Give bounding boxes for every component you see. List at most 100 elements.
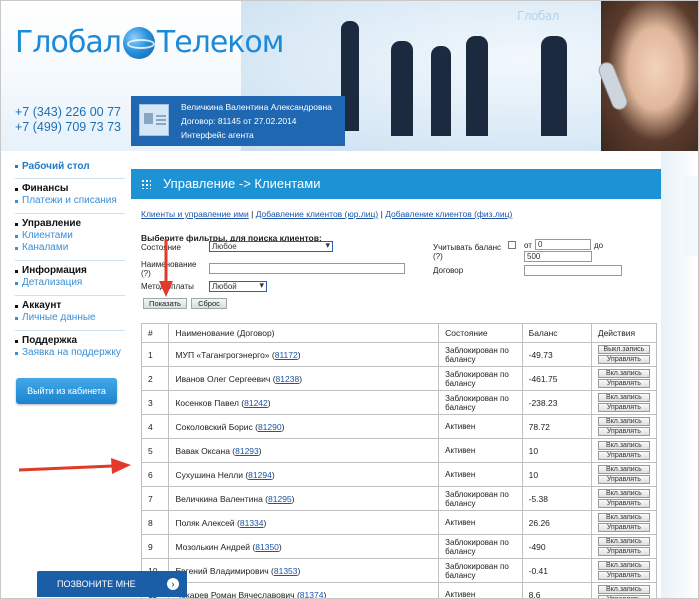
- toggle-record-button[interactable]: Вкл.запись: [597, 513, 650, 522]
- toggle-record-button[interactable]: Вкл.запись: [597, 489, 650, 498]
- sidebar-item-payments[interactable]: Платежи и списания: [15, 195, 125, 207]
- divider: [15, 213, 125, 214]
- toggle-record-button[interactable]: Вкл.запись: [597, 561, 650, 570]
- manage-button[interactable]: Управлять: [597, 403, 650, 412]
- call-me-button[interactable]: ПОЗВОНИТЕ МНЕ ›: [37, 571, 187, 597]
- tab-clients-management[interactable]: Клиенты и управление ими: [141, 209, 249, 219]
- client-name: Иванов Олег Сергеевич: [175, 373, 271, 384]
- client-state: Активен: [438, 462, 523, 487]
- phone-number: +7 (499) 709 73 73: [15, 120, 121, 134]
- toggle-record-button[interactable]: Вкл.запись: [597, 465, 650, 474]
- balance-from-input[interactable]: 0: [535, 239, 591, 250]
- logo-text-right: Телеком: [156, 25, 285, 60]
- site-logo[interactable]: Глобал Телеком: [15, 25, 285, 60]
- globe-icon: [122, 26, 155, 59]
- sidebar-item-clients[interactable]: Клиентами: [15, 230, 125, 242]
- brand-small-logo: Глобал: [517, 9, 559, 23]
- bullet-icon: [15, 304, 18, 308]
- tab-add-individual-clients[interactable]: Добавление клиентов (физ.лиц): [385, 209, 512, 219]
- manage-button[interactable]: Управлять: [597, 451, 650, 460]
- balance-from-label: от: [524, 241, 532, 250]
- manage-button[interactable]: Управлять: [597, 571, 650, 580]
- bullet-icon: [15, 246, 18, 250]
- contract-input[interactable]: [524, 265, 622, 276]
- client-name: Поляк Алексей: [175, 517, 235, 528]
- client-balance: 10: [521, 438, 592, 463]
- contract-link[interactable]: 81172: [275, 350, 298, 360]
- client-state: Заблокирован по балансу: [438, 366, 523, 391]
- bullet-icon: [15, 269, 18, 273]
- actions-cell: Вкл.записьУправлять: [590, 582, 658, 598]
- client-name: Сухушина Нелли: [175, 469, 243, 480]
- manage-button[interactable]: Управлять: [597, 595, 650, 598]
- manage-button[interactable]: Управлять: [597, 379, 650, 388]
- contract-link[interactable]: 81334: [240, 518, 264, 528]
- table-row: 2 Иванов Олег Сергеевич (81238) Заблокиров…: [140, 366, 658, 391]
- manage-button[interactable]: Управлять: [597, 475, 650, 484]
- name-hint[interactable]: (?): [141, 269, 151, 278]
- person-silhouette: [431, 46, 451, 136]
- contract-link[interactable]: 81242: [244, 398, 268, 408]
- balance-to-input[interactable]: 500: [524, 251, 592, 262]
- show-button[interactable]: Показать: [143, 298, 187, 309]
- logo-text-left: Глобал: [15, 25, 122, 60]
- toggle-record-button[interactable]: Вкл.запись: [597, 585, 650, 594]
- actions-cell: Вкл.записьУправлять: [590, 390, 658, 415]
- toggle-record-button[interactable]: Вкл.запись: [597, 537, 650, 546]
- client-name: Величкина Валентина: [175, 493, 263, 504]
- contract-link[interactable]: 81290: [258, 422, 282, 432]
- contract-link[interactable]: 81374: [300, 590, 324, 599]
- client-name-cell: Иванов Олег Сергеевич (81238): [168, 366, 440, 391]
- manage-button[interactable]: Управлять: [597, 523, 650, 532]
- manage-button[interactable]: Управлять: [597, 499, 650, 508]
- client-balance: 78.72: [521, 414, 592, 439]
- client-state: Заблокирован по балансу: [438, 342, 523, 367]
- tab-add-legal-clients[interactable]: Добавление клиентов (юр.лиц): [256, 209, 379, 219]
- contract-link[interactable]: 81295: [268, 494, 292, 504]
- sidebar: Рабочий стол Финансы Платежи и списания …: [15, 161, 125, 365]
- main-content: Управление -> Клиентами Клиенты и управл…: [131, 159, 661, 599]
- state-select[interactable]: Любое: [209, 241, 333, 252]
- client-name-cell: Мозолькин Андрей (81350): [168, 534, 440, 559]
- bullet-icon: [15, 187, 18, 191]
- client-name: Евгений Владимирович: [175, 565, 269, 576]
- toggle-record-button[interactable]: Вкл.запись: [597, 441, 650, 450]
- contract-link[interactable]: 81353: [274, 566, 298, 576]
- table-row: 3 Косенков Павел (81242) Заблокирован по б…: [140, 390, 658, 415]
- contract-link[interactable]: 81294: [248, 470, 272, 480]
- name-input[interactable]: [209, 263, 405, 274]
- balance-hint[interactable]: (?): [433, 252, 443, 261]
- manage-button[interactable]: Управлять: [597, 427, 650, 436]
- balance-checkbox[interactable]: [508, 241, 516, 249]
- column-header: Состояние: [438, 323, 523, 343]
- annotation-arrow-right: [19, 458, 131, 474]
- table-header-row: # Наименование (Договор) Состояние Балан…: [140, 323, 658, 343]
- toggle-record-button[interactable]: Вкл.запись: [597, 417, 650, 426]
- page-title: Управление -> Клиентами: [163, 176, 321, 191]
- reset-button[interactable]: Сброс: [191, 298, 227, 309]
- contract-link[interactable]: 81350: [255, 542, 279, 552]
- background-strip: [684, 176, 698, 256]
- manage-button[interactable]: Управлять: [597, 355, 650, 364]
- contact-phones: +7 (343) 226 00 77 +7 (499) 709 73 73: [15, 105, 121, 135]
- actions-cell: Вкл.записьУправлять: [590, 510, 658, 535]
- logout-button[interactable]: Выйти из кабинета: [16, 378, 117, 404]
- sidebar-item-dashboard[interactable]: Рабочий стол: [15, 161, 125, 172]
- sidebar-item-personal-data[interactable]: Личные данные: [15, 312, 125, 324]
- actions-cell: Вкл.записьУправлять: [590, 534, 658, 559]
- toggle-record-button[interactable]: Вкл.запись: [597, 369, 650, 378]
- toggle-record-button[interactable]: Вкл.запись: [597, 393, 650, 402]
- sidebar-item-channels[interactable]: Каналами: [15, 242, 125, 254]
- column-header: #: [140, 323, 170, 343]
- sidebar-item-details[interactable]: Детализация: [15, 277, 125, 289]
- payment-method-select[interactable]: Любой: [209, 281, 267, 292]
- client-name-cell: Поляк Алексей (81334): [168, 510, 440, 535]
- contract-link[interactable]: 81238: [276, 374, 300, 384]
- client-name: Косенков Павел: [175, 397, 239, 408]
- sidebar-item-support-request[interactable]: Заявка на поддержку: [15, 347, 125, 359]
- toggle-record-button[interactable]: Выкл.запись: [597, 345, 650, 354]
- divider: [15, 330, 125, 331]
- manage-button[interactable]: Управлять: [597, 547, 650, 556]
- contract-link[interactable]: 81293: [235, 446, 259, 456]
- grid-icon: [141, 179, 151, 189]
